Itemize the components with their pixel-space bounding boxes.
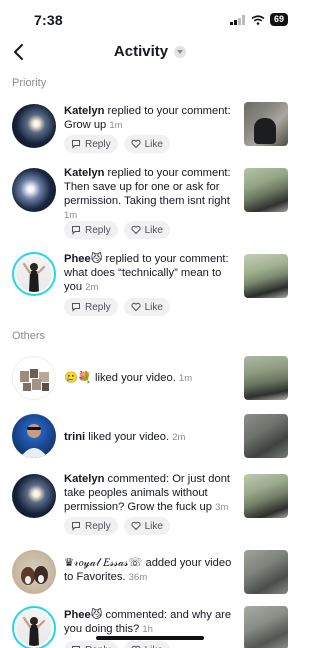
notification-time: 1m — [109, 120, 123, 131]
notification-time: 2m — [172, 432, 186, 443]
comment-actions: Reply Like — [64, 221, 170, 239]
like-label: Like — [144, 224, 163, 236]
notification-username[interactable]: trini — [64, 431, 85, 443]
avatar-image — [16, 256, 52, 292]
reply-button[interactable]: Reply — [64, 135, 118, 153]
like-button[interactable]: Like — [123, 641, 170, 648]
like-label: Like — [144, 138, 163, 150]
comment-actions: Reply Like — [64, 517, 170, 535]
notification-text: Phee😼 commented: and why are you doing t… — [64, 608, 236, 637]
video-thumbnail[interactable] — [244, 606, 288, 648]
notification-message: ♛𝓇𝑜𝓎𝒶𝓁 𝐸𝓈𝓈𝒶𝓈☏ added your video to Favori… — [64, 557, 232, 583]
reply-label: Reply — [85, 645, 111, 648]
avatar[interactable] — [12, 104, 56, 148]
notification-username[interactable]: Katelyn — [64, 105, 104, 117]
like-button[interactable]: Like — [123, 221, 170, 239]
notification-text: trini liked your video. 2m — [64, 430, 236, 445]
avatar-story[interactable] — [12, 606, 56, 648]
video-thumbnail[interactable] — [244, 356, 288, 400]
signal-icon — [229, 14, 245, 25]
notification-username[interactable]: Phee😼 — [64, 253, 102, 265]
avatar-story[interactable] — [12, 252, 56, 296]
notification-time: 2m — [85, 282, 99, 293]
section-priority: Priority — [12, 77, 47, 89]
notification-time: 1m — [178, 373, 193, 384]
avatar[interactable] — [12, 414, 56, 458]
dogs-image — [21, 566, 48, 585]
reply-button[interactable]: Reply — [64, 641, 118, 648]
avatar[interactable] — [12, 550, 56, 594]
notification-time: 1h — [142, 624, 153, 635]
avatar[interactable] — [12, 356, 56, 400]
notification-message: liked your video. — [85, 431, 170, 443]
section-others: Others — [12, 330, 46, 342]
notification-text: ♛𝓇𝑜𝓎𝒶𝓁 𝐸𝓈𝓈𝒶𝓈☏ added your video to Favori… — [64, 556, 236, 585]
notification-time: 1m — [64, 210, 78, 221]
page-title-dropdown[interactable]: Activity — [0, 43, 300, 60]
video-thumbnail[interactable] — [244, 414, 288, 458]
horse-image — [254, 118, 276, 144]
reply-bubble-icon — [72, 226, 80, 235]
chevron-down-icon — [174, 45, 187, 58]
comment-actions: Reply Like — [64, 641, 170, 648]
battery-icon: 69 — [269, 13, 288, 26]
video-thumbnail[interactable] — [244, 474, 288, 518]
status-time: 7:38 — [34, 12, 63, 28]
home-indicator — [96, 636, 204, 640]
header: Activity — [0, 38, 300, 68]
reply-button[interactable]: Reply — [64, 517, 118, 535]
person-figure-icon — [22, 616, 46, 646]
video-thumbnail[interactable] — [244, 550, 288, 594]
reply-label: Reply — [85, 138, 111, 150]
notification-username[interactable]: Katelyn — [64, 167, 104, 179]
avatar[interactable] — [12, 168, 56, 212]
notification-text: Phee😼 replied to your comment: what does… — [64, 252, 236, 295]
person-figure-icon — [22, 262, 46, 292]
like-label: Like — [144, 520, 163, 532]
like-button[interactable]: Like — [123, 298, 170, 316]
photo-collage-image — [20, 369, 49, 391]
comment-actions: Reply Like — [64, 135, 170, 153]
notification-text: Katelyn replied to your comment: Then sa… — [64, 166, 236, 223]
notification-time: 3m — [215, 502, 229, 513]
reply-label: Reply — [85, 301, 111, 313]
like-label: Like — [145, 645, 163, 648]
notification-username[interactable]: Katelyn — [64, 473, 104, 485]
heart-outline-icon — [130, 521, 141, 531]
avatar-image — [16, 610, 52, 646]
like-label: Like — [144, 301, 163, 313]
comment-actions: Reply Like — [64, 298, 170, 316]
wifi-icon — [251, 14, 265, 25]
heart-outline-icon — [130, 302, 141, 312]
notification-text: 🥲💐 liked your video. 1m — [64, 371, 236, 386]
reply-button[interactable]: Reply — [64, 221, 118, 239]
reply-label: Reply — [85, 224, 111, 236]
notification-message: 🥲💐 liked your video. — [64, 372, 176, 384]
reply-label: Reply — [85, 520, 111, 532]
video-thumbnail[interactable] — [244, 102, 288, 146]
reply-bubble-icon — [72, 522, 80, 531]
reply-bubble-icon — [72, 303, 80, 312]
status-bar: 7:38 69 — [0, 0, 300, 38]
video-thumbnail[interactable] — [244, 254, 288, 298]
notification-text: Katelyn commented: Or just dont take peo… — [64, 472, 236, 515]
heart-outline-icon — [130, 225, 141, 235]
heart-outline-icon — [130, 139, 141, 149]
notification-text: Katelyn replied to your comment: Grow up… — [64, 104, 236, 133]
like-button[interactable]: Like — [123, 135, 170, 153]
avatar[interactable] — [12, 474, 56, 518]
video-thumbnail[interactable] — [244, 168, 288, 212]
reply-bubble-icon — [72, 140, 80, 149]
notification-time: 36m — [128, 572, 148, 583]
avatar-image — [20, 424, 48, 458]
status-icons: 69 — [229, 13, 288, 26]
reply-button[interactable]: Reply — [64, 298, 118, 316]
like-button[interactable]: Like — [123, 517, 170, 535]
page-title: Activity — [113, 43, 169, 60]
notification-username[interactable]: Phee😼 — [64, 609, 102, 621]
